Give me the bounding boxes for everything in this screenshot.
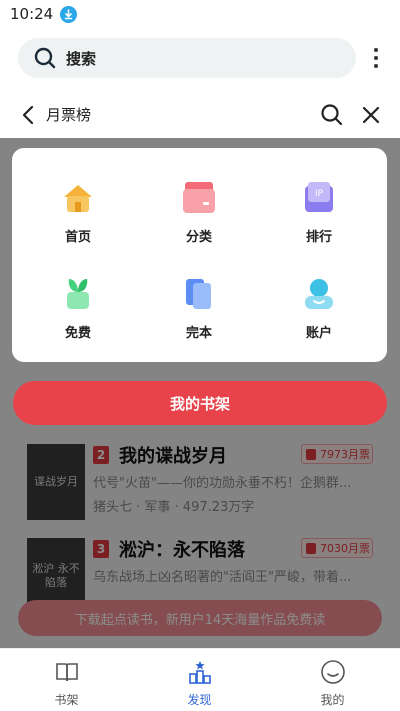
back-icon[interactable] bbox=[18, 104, 40, 126]
menu-item-home[interactable]: 首页 bbox=[38, 180, 118, 260]
search-bar[interactable]: 搜索 bbox=[18, 38, 356, 78]
account-icon bbox=[305, 279, 333, 309]
search-icon[interactable] bbox=[320, 103, 344, 127]
tab-bookshelf[interactable]: 书架 bbox=[0, 649, 133, 711]
menu-item-finished[interactable]: 完本 bbox=[159, 276, 239, 356]
menu-item-free[interactable]: 免费 bbox=[38, 276, 118, 356]
bookshelf-icon bbox=[56, 663, 78, 682]
search-label: 搜索 bbox=[66, 49, 97, 68]
free-icon bbox=[67, 279, 89, 309]
profile-icon bbox=[321, 660, 345, 684]
page-header: 月票榜 bbox=[0, 96, 400, 134]
download-notification-icon bbox=[60, 5, 78, 23]
svg-text:IP: IP bbox=[315, 189, 324, 199]
finished-icon bbox=[186, 279, 211, 309]
menu-item-category[interactable]: 分类 bbox=[159, 180, 239, 260]
status-time: 10:24 bbox=[10, 5, 54, 23]
discover-icon bbox=[189, 661, 211, 684]
tab-profile[interactable]: 我的 bbox=[266, 649, 399, 711]
bottom-tab-bar: 书架 发现 我的 bbox=[0, 648, 400, 711]
home-icon bbox=[64, 185, 92, 212]
close-icon[interactable] bbox=[360, 104, 382, 126]
menu-item-ranking[interactable]: IP 排行 bbox=[279, 180, 359, 260]
page-title: 月票榜 bbox=[46, 106, 92, 124]
more-menu-icon[interactable] bbox=[368, 46, 384, 70]
search-icon bbox=[34, 47, 56, 69]
category-icon bbox=[183, 182, 215, 213]
my-bookshelf-button[interactable]: 我的书架 bbox=[13, 381, 387, 425]
quick-menu-card: 首页 分类 IP 排行 免费 完本 账户 bbox=[12, 148, 387, 362]
status-bar: 10:24 bbox=[0, 0, 400, 28]
ranking-icon: IP bbox=[305, 182, 333, 212]
tab-discover[interactable]: 发现 bbox=[133, 649, 266, 711]
menu-item-account[interactable]: 账户 bbox=[279, 276, 359, 356]
